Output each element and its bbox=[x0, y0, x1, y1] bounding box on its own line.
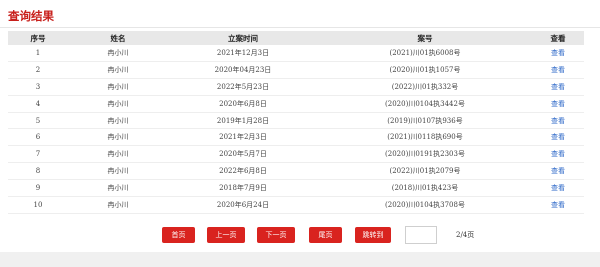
row-no: 1 bbox=[8, 45, 68, 62]
row-no: 8 bbox=[8, 162, 68, 181]
view-link[interactable]: 查看 bbox=[532, 95, 584, 113]
first-page-button[interactable]: 首页 bbox=[162, 227, 195, 243]
row-date: 2020年04月23日 bbox=[168, 61, 318, 79]
view-link[interactable]: 查看 bbox=[532, 45, 584, 62]
row-name: 冉小川 bbox=[68, 95, 168, 113]
jump-page-input[interactable] bbox=[405, 226, 437, 244]
row-name: 冉小川 bbox=[68, 179, 168, 198]
row-name: 冉小川 bbox=[68, 196, 168, 214]
table-row: 8 冉小川 2022年6月8日 (2022)川01执2079号 查看 bbox=[8, 162, 584, 181]
view-link[interactable]: 查看 bbox=[532, 196, 584, 214]
view-link[interactable]: 查看 bbox=[532, 179, 584, 198]
page-title: 查询结果 bbox=[8, 9, 54, 23]
row-date: 2022年5月23日 bbox=[168, 78, 318, 96]
view-link[interactable]: 查看 bbox=[532, 145, 584, 164]
view-link[interactable]: 查看 bbox=[532, 112, 584, 130]
row-no: 10 bbox=[8, 196, 68, 214]
results-panel: 查询结果 序号 姓名 立案时间 案号 查看 1 冉小川 2021年12月3日 (202… bbox=[0, 0, 600, 252]
row-date: 2018年7月9日 bbox=[168, 179, 318, 198]
row-no: 2 bbox=[8, 61, 68, 79]
column-header-no: 序号 bbox=[8, 31, 68, 45]
row-case-number: (2020)川0191执2303号 bbox=[318, 145, 532, 164]
row-no: 7 bbox=[8, 145, 68, 164]
row-date: 2020年5月7日 bbox=[168, 145, 318, 164]
row-date: 2020年6月8日 bbox=[168, 95, 318, 113]
row-date: 2022年6月8日 bbox=[168, 162, 318, 181]
row-name: 冉小川 bbox=[68, 112, 168, 130]
row-no: 4 bbox=[8, 95, 68, 113]
prev-page-button[interactable]: 上一页 bbox=[207, 227, 245, 243]
row-name: 冉小川 bbox=[68, 78, 168, 96]
title-divider bbox=[0, 27, 600, 28]
row-date: 2021年12月3日 bbox=[168, 45, 318, 62]
view-link[interactable]: 查看 bbox=[532, 162, 584, 181]
table-row: 9 冉小川 2018年7月9日 (2018)川01执423号 查看 bbox=[8, 179, 584, 198]
row-no: 5 bbox=[8, 112, 68, 130]
view-link[interactable]: 查看 bbox=[532, 61, 584, 79]
jump-to-button[interactable]: 跳转到 bbox=[355, 227, 391, 243]
row-case-number: (2022)川01执2079号 bbox=[318, 162, 532, 181]
row-name: 冉小川 bbox=[68, 45, 168, 62]
column-header-case: 案号 bbox=[318, 31, 532, 45]
table-row: 1 冉小川 2021年12月3日 (2021)川01执6008号 查看 bbox=[8, 45, 584, 62]
table-row: 5 冉小川 2019年1月28日 (2019)川0107执936号 查看 bbox=[8, 112, 584, 130]
table-row: 3 冉小川 2022年5月23日 (2022)川01执332号 查看 bbox=[8, 78, 584, 96]
row-date: 2020年6月24日 bbox=[168, 196, 318, 214]
row-case-number: (2021)川01执6008号 bbox=[318, 45, 532, 62]
pagination: 首页 上一页 下一页 尾页 跳转到 2/4页 bbox=[0, 226, 600, 244]
row-case-number: (2019)川0107执936号 bbox=[318, 112, 532, 130]
last-page-button[interactable]: 尾页 bbox=[309, 227, 342, 243]
table-row: 2 冉小川 2020年04月23日 (2020)川01执1057号 查看 bbox=[8, 61, 584, 79]
column-header-view: 查看 bbox=[532, 31, 584, 45]
view-link[interactable]: 查看 bbox=[532, 78, 584, 96]
row-name: 冉小川 bbox=[68, 162, 168, 181]
row-no: 3 bbox=[8, 78, 68, 96]
row-no: 6 bbox=[8, 128, 68, 147]
row-date: 2021年2月3日 bbox=[168, 128, 318, 147]
row-name: 冉小川 bbox=[68, 145, 168, 164]
row-no: 9 bbox=[8, 179, 68, 198]
row-case-number: (2020)川0104执3442号 bbox=[318, 95, 532, 113]
page-indicator: 2/4页 bbox=[456, 231, 475, 239]
row-case-number: (2018)川01执423号 bbox=[318, 179, 532, 198]
results-table: 序号 姓名 立案时间 案号 查看 1 冉小川 2021年12月3日 (2021)川01… bbox=[8, 31, 584, 214]
view-link[interactable]: 查看 bbox=[532, 128, 584, 147]
table-row: 7 冉小川 2020年5月7日 (2020)川0191执2303号 查看 bbox=[8, 145, 584, 164]
row-name: 冉小川 bbox=[68, 61, 168, 79]
row-case-number: (2022)川01执332号 bbox=[318, 78, 532, 96]
column-header-name: 姓名 bbox=[68, 31, 168, 45]
table-header-row: 序号 姓名 立案时间 案号 查看 bbox=[8, 31, 584, 45]
table-row: 10 冉小川 2020年6月24日 (2020)川0104执3708号 查看 bbox=[8, 196, 584, 214]
row-case-number: (2021)川0118执690号 bbox=[318, 128, 532, 147]
next-page-button[interactable]: 下一页 bbox=[257, 227, 295, 243]
row-name: 冉小川 bbox=[68, 128, 168, 147]
row-case-number: (2020)川01执1057号 bbox=[318, 61, 532, 79]
table-row: 4 冉小川 2020年6月8日 (2020)川0104执3442号 查看 bbox=[8, 95, 584, 113]
table-row: 6 冉小川 2021年2月3日 (2021)川0118执690号 查看 bbox=[8, 128, 584, 147]
column-header-date: 立案时间 bbox=[168, 31, 318, 45]
row-case-number: (2020)川0104执3708号 bbox=[318, 196, 532, 214]
row-date: 2019年1月28日 bbox=[168, 112, 318, 130]
